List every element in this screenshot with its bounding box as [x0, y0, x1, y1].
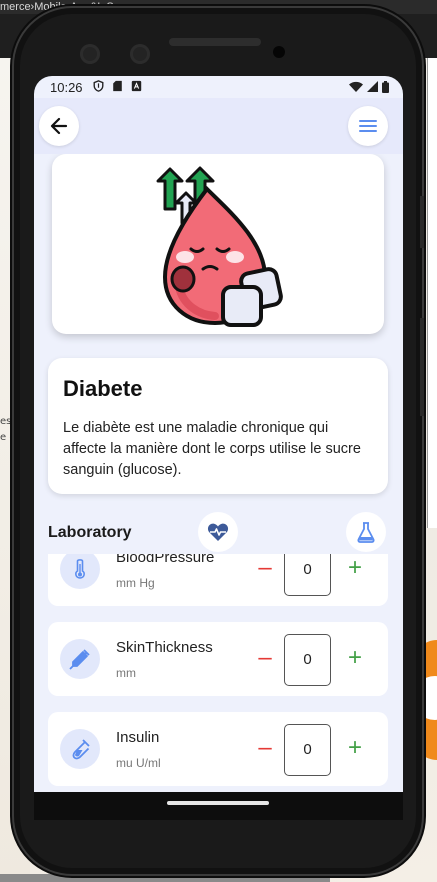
increment-button[interactable]: + — [344, 556, 366, 582]
lab-item-name: Insulin — [116, 729, 160, 746]
signal-icon — [367, 81, 378, 92]
power-button — [420, 318, 424, 416]
decrement-button[interactable]: – — [254, 556, 276, 582]
disease-description: Le diabète est une maladie chronique qui… — [63, 420, 361, 478]
app-bar — [34, 98, 403, 154]
increment-button[interactable]: + — [344, 646, 366, 672]
app-screen: 10:26 Diabete Le diabète est une maladie… — [34, 76, 403, 792]
status-bar: 10:26 — [34, 76, 403, 98]
increment-button[interactable]: + — [344, 736, 366, 762]
lab-item-unit: mm Hg — [116, 576, 155, 590]
flask-icon — [357, 522, 375, 543]
system-nav-bar — [34, 792, 403, 820]
lab-value-input[interactable]: 0 — [284, 724, 331, 776]
detail-content: Diabete Le diabète est une maladie chron… — [34, 154, 403, 792]
thermometer-icon — [75, 559, 85, 579]
sad-blood-drop-illustration — [156, 166, 283, 327]
menu-button[interactable] — [348, 106, 388, 146]
lab-item-insulin: Insulin mu U/ml – 0 + — [48, 712, 388, 786]
syringe-icon — [69, 649, 90, 670]
sd-card-icon — [113, 80, 122, 92]
laboratory-header: Laboratory — [48, 512, 388, 552]
lab-item-unit: mm — [116, 666, 136, 680]
front-camera — [130, 44, 150, 64]
lab-item-avatar — [60, 729, 100, 769]
test-tube-icon — [72, 739, 90, 760]
status-notification-icons — [93, 80, 142, 92]
back-button[interactable] — [39, 106, 79, 146]
home-gesture-handle[interactable] — [167, 801, 269, 805]
shield-icon — [93, 80, 104, 92]
lab-item-skinthickness: SkinThickness mm – 0 + — [48, 622, 388, 696]
lab-item-avatar — [60, 554, 100, 589]
wifi-icon — [349, 81, 363, 92]
volume-button — [420, 196, 424, 248]
battery-icon — [382, 81, 389, 93]
flask-button[interactable] — [346, 512, 386, 552]
lab-item-unit: mu U/ml — [116, 756, 161, 770]
background-scrollbar — [0, 874, 330, 882]
arrow-back-icon — [50, 117, 68, 135]
status-system-icons — [349, 81, 389, 93]
laboratory-title: Laboratory — [48, 524, 132, 541]
laboratory-list: BloodPressure mm Hg – 0 + SkinThickness … — [34, 554, 403, 792]
decrement-button[interactable]: – — [254, 736, 276, 762]
lab-value-input[interactable]: 0 — [284, 634, 331, 686]
background-right-pane — [427, 58, 437, 528]
heart-pulse-icon — [207, 523, 229, 541]
heart-pulse-button[interactable] — [198, 512, 238, 552]
decrement-button[interactable]: – — [254, 646, 276, 672]
front-camera — [80, 44, 100, 64]
lab-item-bloodpressure: BloodPressure mm Hg – 0 + — [48, 554, 388, 606]
disease-info-card: Diabete Le diabète est une maladie chron… — [48, 358, 388, 494]
lab-value-input[interactable]: 0 — [284, 554, 331, 596]
lab-item-avatar — [60, 639, 100, 679]
disease-image-card — [52, 154, 384, 334]
lab-item-name: BloodPressure — [116, 554, 215, 566]
proximity-sensor — [273, 46, 285, 58]
phone-speaker — [169, 38, 261, 46]
hamburger-menu-icon — [359, 120, 377, 132]
a-badge-icon — [131, 80, 142, 92]
status-time: 10:26 — [50, 80, 83, 95]
disease-title: Diabete — [63, 376, 143, 401]
lab-item-name: SkinThickness — [116, 639, 213, 656]
